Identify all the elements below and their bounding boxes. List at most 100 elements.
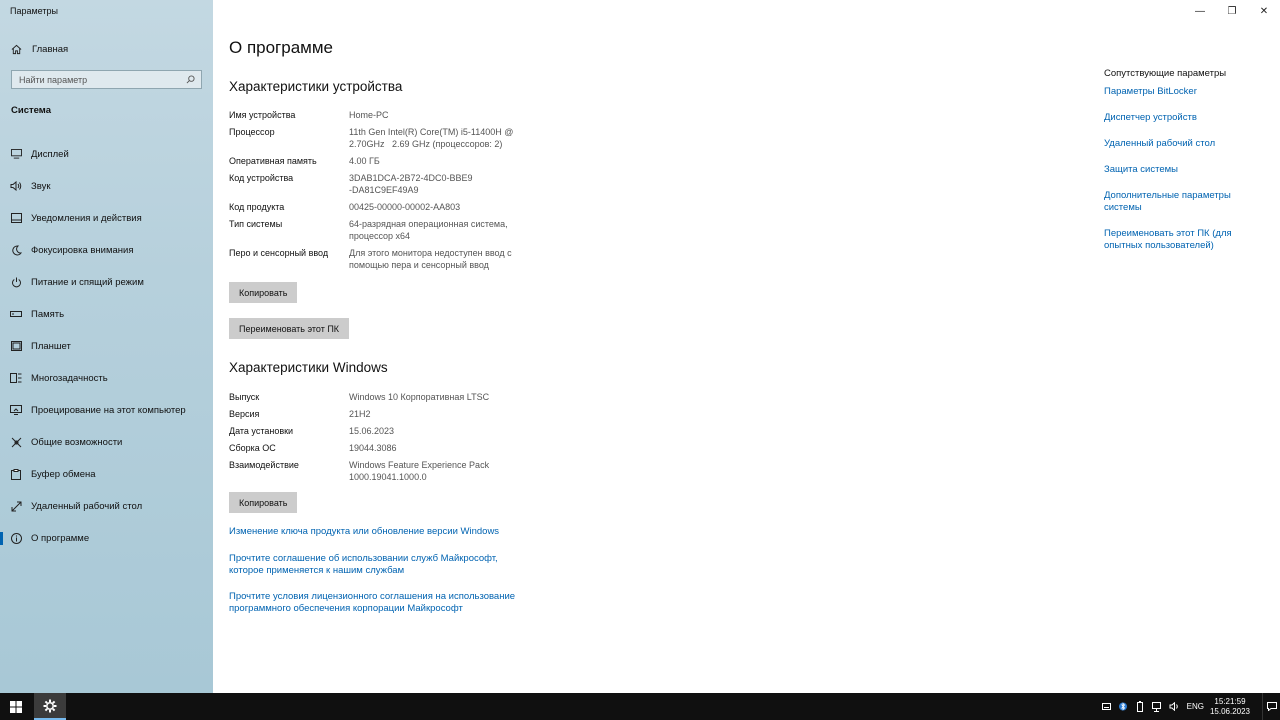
spec-row-product-id: Код продукта 00425-00000-00002-AA803 xyxy=(229,201,559,213)
sidebar-item-label: Питание и спящий режим xyxy=(31,276,144,288)
power-icon xyxy=(10,276,22,288)
taskbar: ENG 15:21:59 15.06.2023 xyxy=(0,693,1280,720)
spec-value: 19044.3086 xyxy=(349,443,397,453)
battery-icon[interactable] xyxy=(1132,693,1149,720)
sidebar-item-shared-experiences[interactable]: Общие возможности xyxy=(0,426,213,458)
start-button[interactable] xyxy=(0,693,32,720)
windows-specs-table: Выпуск Windows 10 Корпоративная LTSC Вер… xyxy=(229,391,559,488)
projecting-icon xyxy=(10,404,22,416)
sidebar-item-tablet[interactable]: Планшет xyxy=(0,330,213,362)
spec-value: 3DAB1DCA-2B72-4DC0-BBE9-DA81C9EF49A9 xyxy=(349,173,473,195)
spec-key: Код продукта xyxy=(229,202,285,212)
window-controls: — ❐ ✕ xyxy=(1184,0,1280,22)
spec-key: Дата установки xyxy=(229,426,294,436)
spec-value: Home-PC xyxy=(349,110,389,120)
bitlocker-link[interactable]: Параметры BitLocker xyxy=(1104,86,1254,98)
spec-key: Процессор xyxy=(229,127,275,137)
change-product-key-link[interactable]: Изменение ключа продукта или обновление … xyxy=(229,526,549,538)
sidebar-item-notifications[interactable]: Уведомления и действия xyxy=(0,202,213,234)
search-input[interactable]: Найти параметр xyxy=(11,70,202,89)
services-agreement-link[interactable]: Прочтите соглашение об использовании слу… xyxy=(229,553,504,577)
sidebar-item-storage[interactable]: Память xyxy=(0,298,213,330)
remote-desktop-icon xyxy=(10,500,22,512)
sidebar-item-label: Память xyxy=(31,308,65,320)
notifications-icon xyxy=(1266,702,1277,711)
home-icon xyxy=(11,44,22,54)
spec-value: Windows Feature Experience Pack 1000.190… xyxy=(349,460,490,482)
sidebar-item-focus[interactable]: Фокусировка внимания xyxy=(0,234,213,266)
rename-pc-advanced-link[interactable]: Переименовать этот ПК (для опытных польз… xyxy=(1104,228,1234,252)
display-icon xyxy=(10,148,22,160)
spec-value: 4.00 ГБ xyxy=(349,156,380,166)
spec-value: 21H2 xyxy=(349,409,371,419)
spec-row-pen-touch: Перо и сенсорный ввод Для этого монитора… xyxy=(229,247,559,271)
spec-key: Тип системы xyxy=(229,219,283,229)
remote-desktop-link[interactable]: Удаленный рабочий стол xyxy=(1104,138,1254,150)
taskbar-settings-app[interactable] xyxy=(34,693,66,720)
spec-value: 11th Gen Intel(R) Core(TM) i5-11400H @ 2… xyxy=(349,127,516,149)
device-manager-link[interactable]: Диспетчер устройств xyxy=(1104,112,1254,124)
speaker-icon xyxy=(10,180,22,192)
spec-key: Имя устройства xyxy=(229,110,296,120)
related-settings-title: Сопутствующие параметры xyxy=(1104,68,1227,79)
spec-key: Перо и сенсорный ввод xyxy=(229,248,329,258)
related-settings: Сопутствующие параметры Параметры BitLoc… xyxy=(1104,68,1254,266)
windows-specs-heading: Характеристики Windows xyxy=(229,360,388,375)
spec-row-install-date: Дата установки 15.06.2023 xyxy=(229,425,559,437)
clock-date: 15.06.2023 xyxy=(1209,706,1250,716)
sidebar-item-label: Уведомления и действия xyxy=(31,212,142,224)
sidebar-home[interactable]: Главная xyxy=(0,38,213,60)
storage-icon xyxy=(10,308,22,320)
bluetooth-icon[interactable] xyxy=(1115,693,1132,720)
spec-key: Версия xyxy=(229,409,260,419)
spec-row-ram: Оперативная память 4.00 ГБ xyxy=(229,155,559,167)
license-terms-link[interactable]: Прочтите условия лицензионного соглашени… xyxy=(229,591,519,615)
info-icon xyxy=(10,532,22,544)
sidebar-item-remote-desktop[interactable]: Удаленный рабочий стол xyxy=(0,490,213,522)
close-button[interactable]: ✕ xyxy=(1248,0,1280,22)
multitasking-icon xyxy=(10,372,22,384)
keyboard-icon[interactable] xyxy=(1098,693,1115,720)
page-title: О программе xyxy=(229,38,334,57)
spec-row-system-type: Тип системы 64-разрядная операционная си… xyxy=(229,218,559,242)
spec-row-os-build: Сборка ОС 19044.3086 xyxy=(229,442,559,454)
spec-row-experience: Взаимодействие Windows Feature Experienc… xyxy=(229,459,559,483)
copy-device-specs-button[interactable]: Копировать xyxy=(229,282,298,303)
spec-key: Взаимодействие xyxy=(229,460,299,470)
volume-icon[interactable] xyxy=(1166,693,1183,720)
advanced-system-settings-link[interactable]: Дополнительные параметры системы xyxy=(1104,190,1234,214)
rename-pc-button[interactable]: Переименовать этот ПК xyxy=(229,318,350,339)
sidebar-item-label: Буфер обмена xyxy=(31,468,96,480)
network-icon[interactable] xyxy=(1149,693,1166,720)
main-content: О программе Характеристики устройства Им… xyxy=(229,0,1089,693)
copy-windows-specs-button[interactable]: Копировать xyxy=(229,492,298,513)
sidebar-item-label: Звук xyxy=(31,180,51,192)
sidebar-item-label: Дисплей xyxy=(31,148,69,160)
device-specs-table: Имя устройства Home-PC Процессор 11th Ge… xyxy=(229,109,559,276)
sidebar-item-label: Проецирование на этот компьютер xyxy=(31,404,186,416)
clipboard-icon xyxy=(10,468,22,480)
system-protection-link[interactable]: Защита системы xyxy=(1104,164,1254,176)
moon-icon xyxy=(10,244,22,256)
spec-key: Код устройства xyxy=(229,173,294,183)
spec-value: 15.06.2023 xyxy=(349,426,395,436)
input-language[interactable]: ENG xyxy=(1187,702,1204,711)
sidebar-item-sound[interactable]: Звук xyxy=(0,170,213,202)
sidebar-item-label: Удаленный рабочий стол xyxy=(31,500,143,512)
system-tray: ENG 15:21:59 15.06.2023 xyxy=(1098,693,1280,720)
tablet-icon xyxy=(10,340,22,352)
sidebar-item-multitasking[interactable]: Многозадачность xyxy=(0,362,213,394)
action-center-button[interactable] xyxy=(1262,693,1280,720)
sidebar-item-label: Общие возможности xyxy=(31,436,123,448)
sidebar-item-power[interactable]: Питание и спящий режим xyxy=(0,266,213,298)
sidebar-item-label: Фокусировка внимания xyxy=(31,244,134,256)
clock[interactable]: 15:21:59 15.06.2023 xyxy=(1210,697,1250,717)
sidebar-item-projecting[interactable]: Проецирование на этот компьютер xyxy=(0,394,213,426)
spec-row-version: Версия 21H2 xyxy=(229,408,559,420)
sidebar-item-about[interactable]: О программе xyxy=(0,522,213,554)
sidebar-item-clipboard[interactable]: Буфер обмена xyxy=(0,458,213,490)
sidebar-home-label: Главная xyxy=(32,43,69,55)
sidebar-item-display[interactable]: Дисплей xyxy=(0,138,213,170)
minimize-button[interactable]: — xyxy=(1184,0,1216,22)
restore-button[interactable]: ❐ xyxy=(1216,0,1248,22)
